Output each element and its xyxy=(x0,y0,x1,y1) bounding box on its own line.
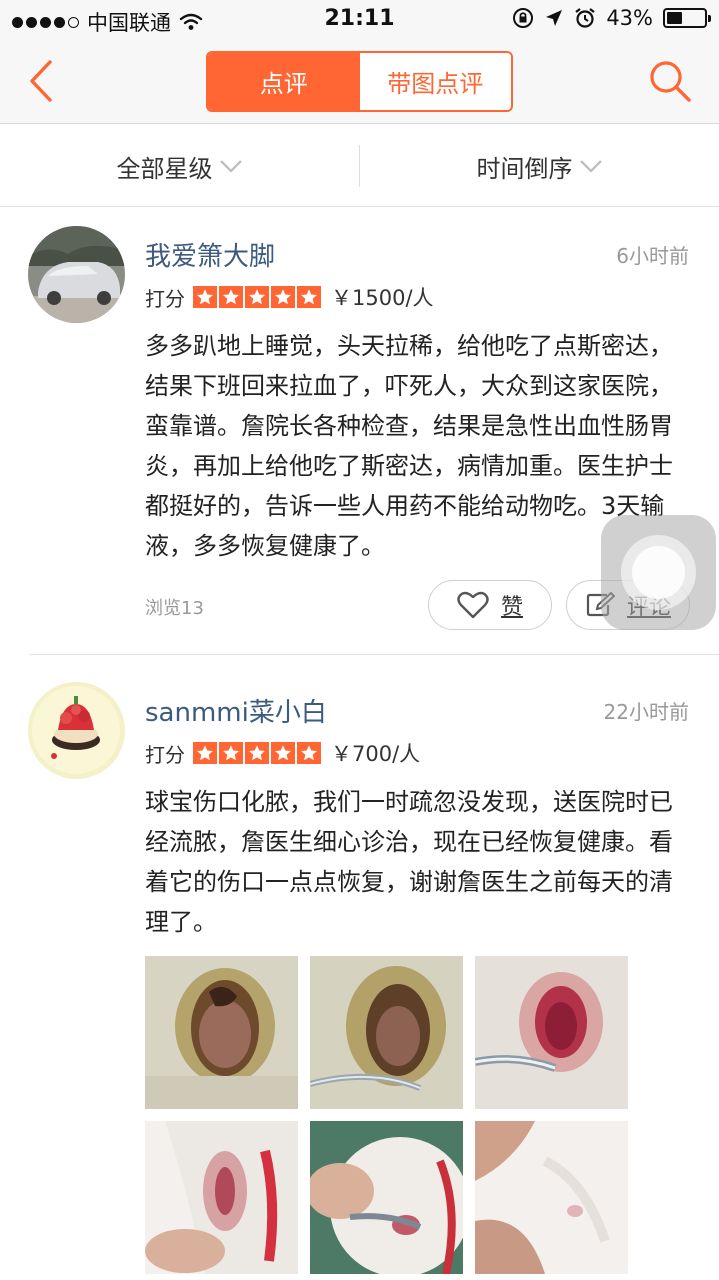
wound-photo[interactable] xyxy=(310,956,463,1109)
star-rating xyxy=(193,742,321,764)
filter-bar: 全部星级 时间倒序 xyxy=(0,125,719,207)
review-time: 22小时前 xyxy=(603,700,689,724)
wound-photo[interactable] xyxy=(475,956,628,1109)
rating-filter-dropdown[interactable]: 全部星级 xyxy=(0,125,359,207)
star-icon xyxy=(219,286,243,308)
battery-icon xyxy=(663,8,711,28)
rating-label: 打分 xyxy=(145,742,185,767)
review-time: 6小时前 xyxy=(616,244,689,268)
back-button[interactable] xyxy=(22,56,66,106)
assistive-touch-button[interactable] xyxy=(601,515,716,630)
reviewer-name[interactable]: sanmmi菜小白 xyxy=(145,692,327,729)
wound-photo[interactable] xyxy=(145,956,298,1109)
price-per-person: ￥700/人 xyxy=(331,742,421,766)
like-label: 赞 xyxy=(500,595,523,620)
rating-label: 打分 xyxy=(145,286,185,311)
tab-reviews[interactable]: 点评 xyxy=(208,53,360,110)
sort-filter-label: 时间倒序 xyxy=(476,154,573,183)
battery-percent: 43% xyxy=(606,6,653,30)
rating-filter-label: 全部星级 xyxy=(116,154,213,183)
status-bar: 中国联通 21:11 43% xyxy=(0,0,719,40)
wound-photo[interactable] xyxy=(145,1121,298,1274)
star-icon xyxy=(245,286,269,308)
navigation-bar: 点评 带图点评 xyxy=(0,40,719,124)
rating-row: 打分 ￥1500/人 xyxy=(145,282,434,312)
star-icon xyxy=(271,742,295,764)
tab-photo-reviews[interactable]: 带图点评 xyxy=(359,53,511,110)
avatar[interactable] xyxy=(28,682,125,779)
star-icon xyxy=(297,286,321,308)
star-icon xyxy=(193,742,217,764)
star-icon xyxy=(297,742,321,764)
review-text: 球宝伤口化脓，我们一时疏忽没发现，送医院时已经流脓，詹医生细心诊治，现在已经恢复… xyxy=(145,788,673,936)
wound-photo[interactable] xyxy=(310,1121,463,1274)
chevron-left-icon xyxy=(30,60,52,102)
search-button[interactable] xyxy=(647,58,693,104)
avatar[interactable] xyxy=(28,226,125,323)
reviewer-name[interactable]: 我爱箫大脚 xyxy=(145,236,275,273)
review-divider xyxy=(30,654,719,655)
wound-photo[interactable] xyxy=(475,1121,628,1274)
chevron-down-icon xyxy=(579,160,602,173)
heart-icon xyxy=(457,591,489,619)
view-count: 浏览13 xyxy=(145,598,204,619)
star-icon xyxy=(193,286,217,308)
search-icon xyxy=(650,61,691,102)
chevron-down-icon xyxy=(219,160,242,173)
alarm-icon xyxy=(575,8,595,28)
price-per-person: ￥1500/人 xyxy=(331,286,434,310)
star-icon xyxy=(271,286,295,308)
star-rating xyxy=(193,286,321,308)
star-icon xyxy=(245,742,269,764)
review-type-tabs: 点评 带图点评 xyxy=(206,51,513,112)
like-button[interactable]: 赞 xyxy=(428,580,552,630)
sort-filter-dropdown[interactable]: 时间倒序 xyxy=(360,125,719,207)
rating-row: 打分 ￥700/人 xyxy=(145,738,420,768)
star-icon xyxy=(219,742,243,764)
review-card: sanmmi菜小白 22小时前 打分 ￥700/人 球宝伤口化脓，我们一时疏忽没… xyxy=(0,664,719,1280)
location-icon xyxy=(546,10,563,26)
review-page: 中国联通 21:11 43% 点评 带图点评 全部星级 时间倒序 我爱箫大脚 6… xyxy=(0,0,719,1280)
rotation-lock-icon xyxy=(513,8,534,28)
